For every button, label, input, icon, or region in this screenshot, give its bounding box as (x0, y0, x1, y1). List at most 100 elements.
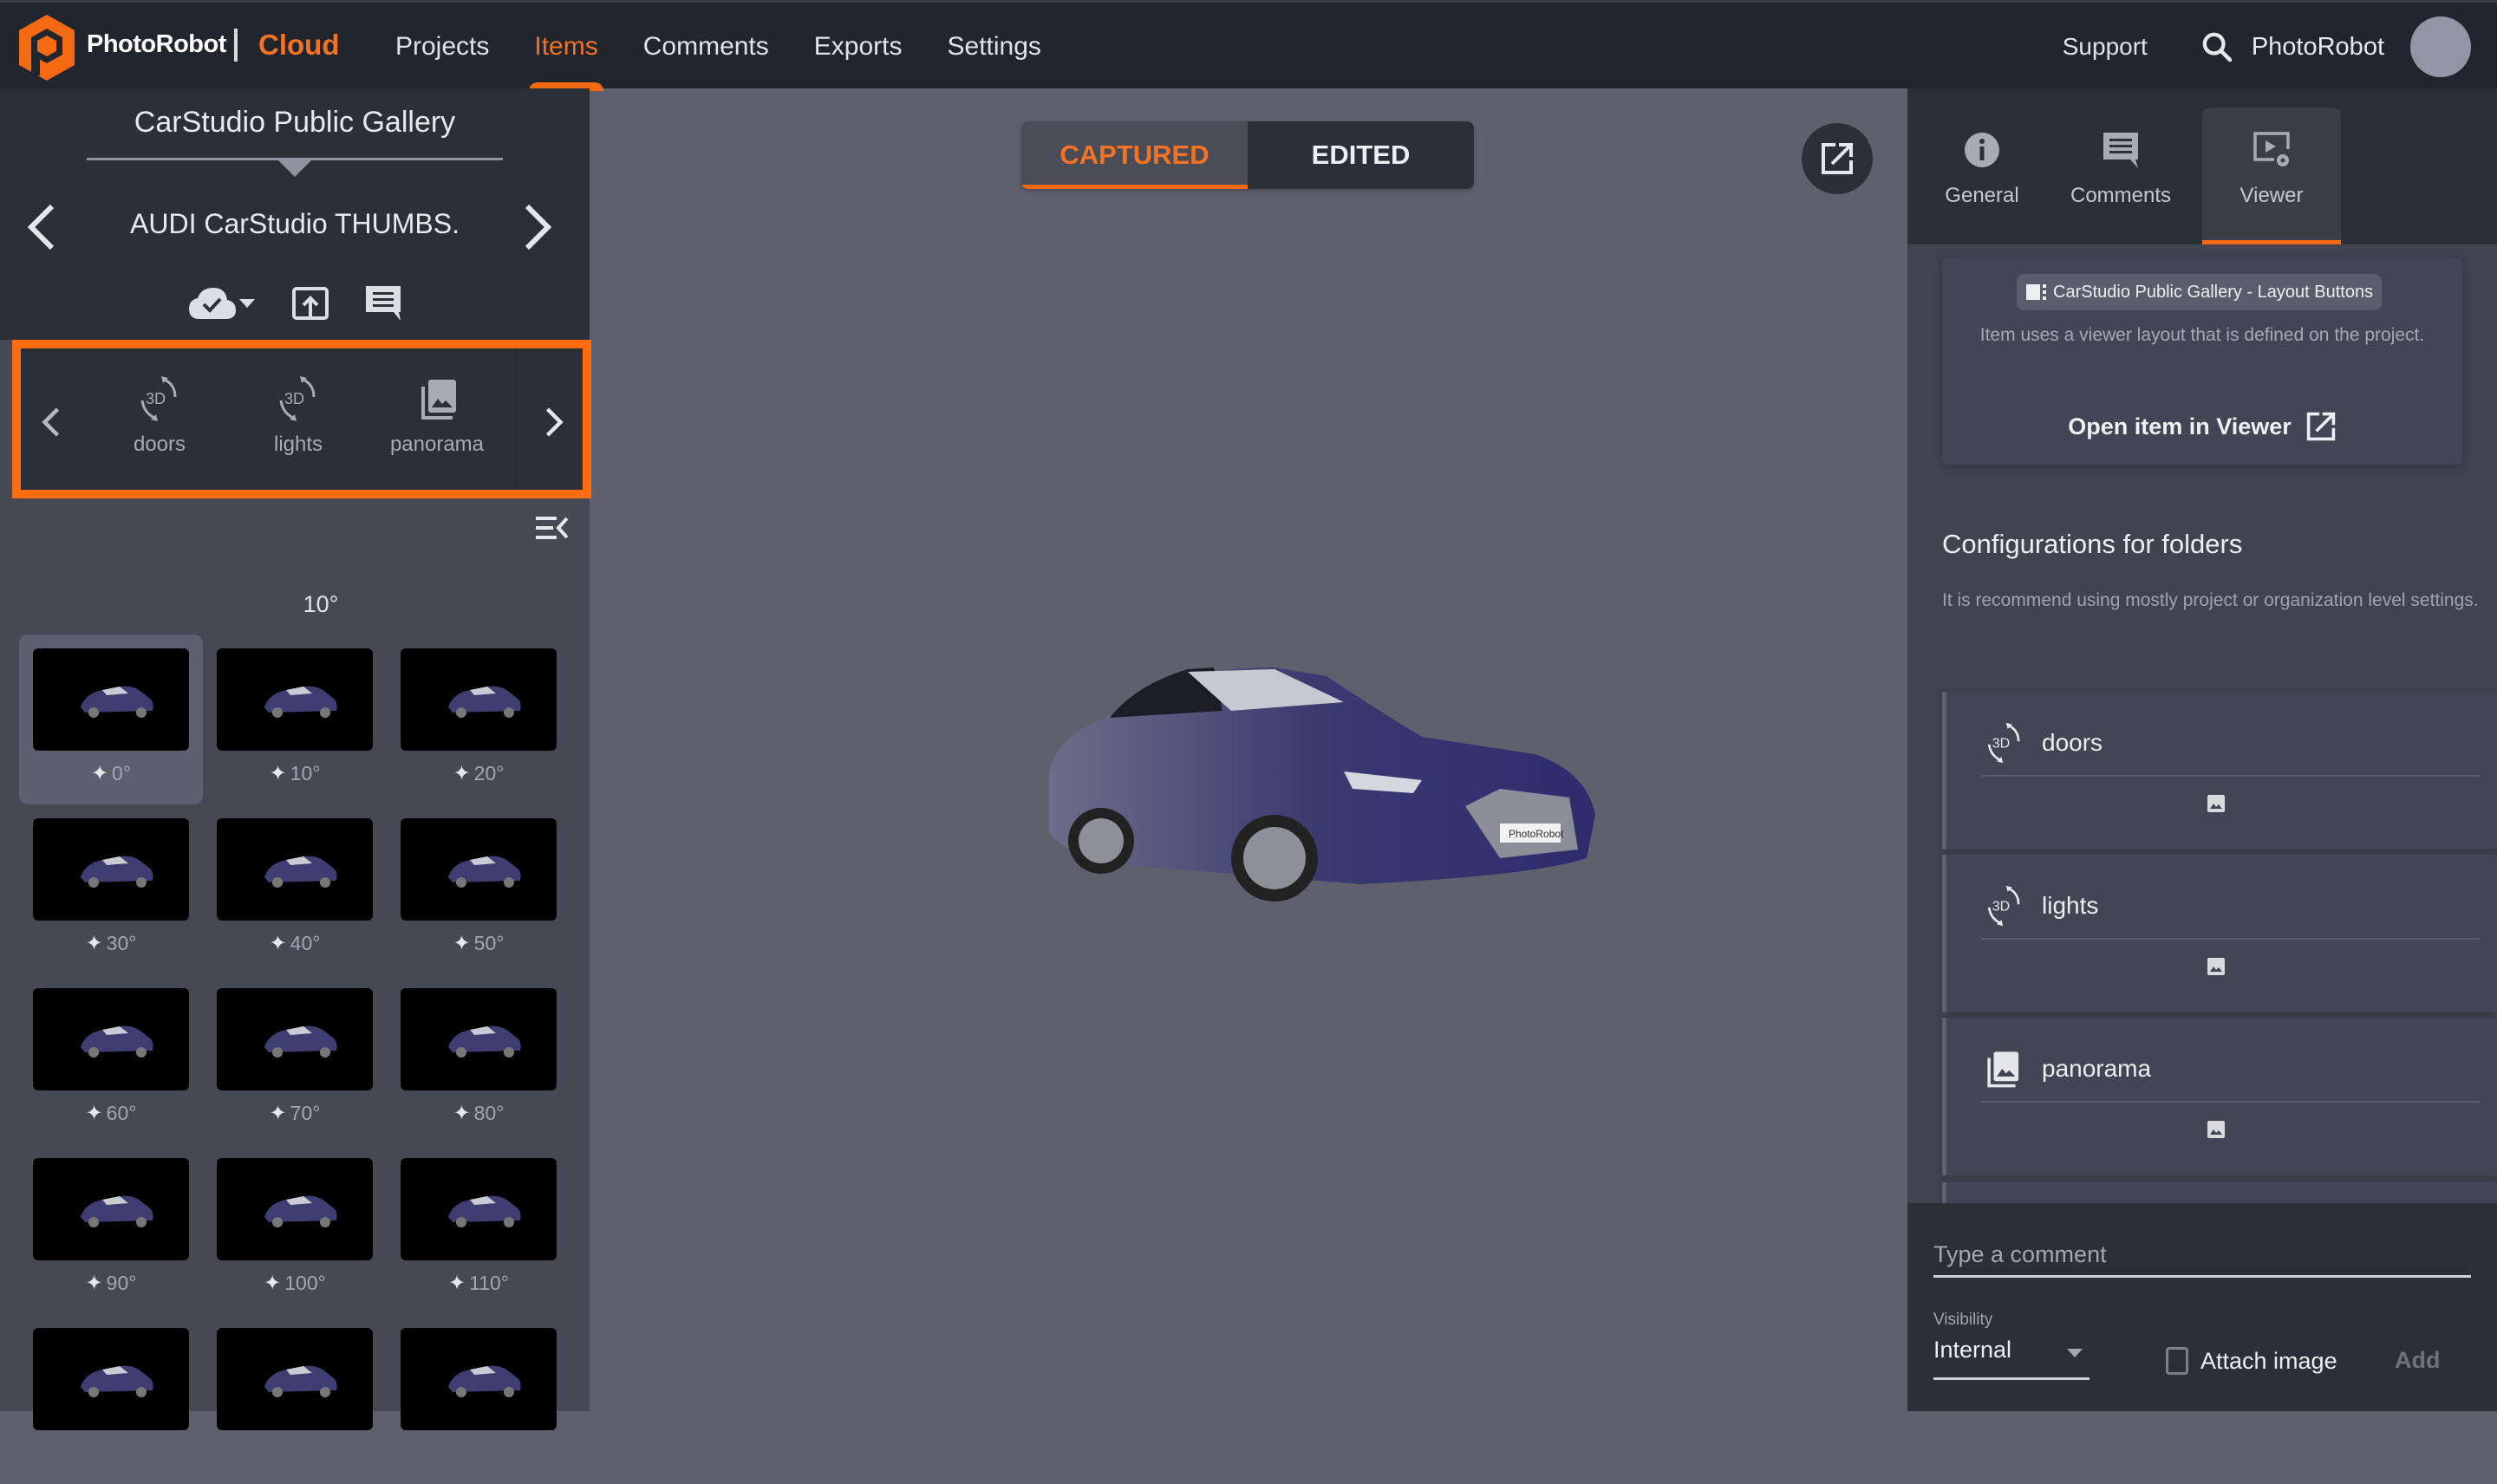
open-external-button[interactable] (1802, 123, 1873, 194)
thumbnail-angle: 30° (106, 932, 137, 954)
comment-icon (2103, 133, 2138, 168)
attach-image-label: Attach image (2200, 1347, 2337, 1374)
thumbnail-image (33, 988, 189, 1090)
thumbnail-item[interactable]: ✦ 20° (387, 635, 570, 804)
thumbnail-item[interactable]: ✦ 60° (19, 974, 203, 1144)
nav-comments[interactable]: Comments (621, 3, 792, 91)
tab-comments[interactable]: Comments (2051, 107, 2190, 244)
thumbnail-image (401, 988, 557, 1090)
thumbnail-caption: ✦ 40° (203, 931, 387, 956)
thumbnail-caption: ✦ 10° (203, 761, 387, 786)
folder-strip-prev-button[interactable] (38, 400, 64, 444)
divider (1981, 775, 2480, 777)
support-link[interactable]: Support (2063, 33, 2148, 61)
folder-tab-doors[interactable]: 3D doors (99, 374, 220, 457)
tab-general[interactable]: General (1913, 107, 2051, 244)
thumbnail-item[interactable]: ✦ 30° (19, 804, 203, 974)
thumbnail-image (401, 818, 557, 921)
checkbox-icon[interactable] (2166, 1347, 2188, 1375)
config-folder-doors: 3D doors (1942, 692, 2497, 849)
image-icon[interactable] (2207, 1120, 2226, 1139)
config-folder-label: lights (2042, 892, 2099, 919)
layout-chip[interactable]: CarStudio Public Gallery - Layout Button… (2017, 274, 2383, 310)
thumbnail-item[interactable]: ✦ 50° (387, 804, 570, 974)
nav-exports[interactable]: Exports (792, 3, 925, 91)
visibility-select[interactable]: Internal (1933, 1337, 2090, 1380)
folder-tab-lights[interactable]: 3D lights (238, 374, 359, 457)
config-folder-label: panorama (2042, 1055, 2152, 1082)
svg-text:3D: 3D (1992, 735, 2011, 751)
svg-text:3D: 3D (146, 390, 166, 407)
thumbnail-angle: 100° (284, 1272, 326, 1294)
next-item-button[interactable] (520, 201, 555, 253)
thumbnail-item[interactable]: ✦ 80° (387, 974, 570, 1144)
thumbnail-angle: 110° (469, 1272, 509, 1294)
add-comment-button[interactable]: Add (2395, 1347, 2440, 1374)
comment-icon[interactable] (364, 284, 402, 322)
thumbnail-image (217, 1328, 373, 1430)
thumbnail-caption: ✦ 80° (387, 1101, 570, 1126)
item-toolbar (0, 284, 590, 322)
thumbnail-item[interactable]: ✦ 70° (203, 974, 387, 1144)
layout-description: Item uses a viewer layout that is define… (1979, 325, 2425, 345)
visibility-label: Visibility (1933, 1311, 1993, 1329)
thumbnail-image (33, 1328, 189, 1430)
status-dropdown-button[interactable] (187, 284, 257, 322)
folder-tab-label: panorama (389, 433, 485, 456)
sparkle-icon: ✦ (453, 932, 471, 955)
thumbnail-item[interactable] (19, 1314, 203, 1484)
gallery-title[interactable]: CarStudio Public Gallery (0, 106, 590, 140)
thumbnail-item[interactable] (203, 1314, 387, 1484)
sparkle-icon: ✦ (264, 1272, 282, 1295)
sparkle-icon: ✦ (85, 932, 103, 955)
thumbnail-item[interactable]: ✦ 10° (203, 635, 387, 804)
config-folder-header[interactable]: 3D doors (1981, 721, 2103, 765)
thumbnail-image (33, 648, 189, 751)
thumbnail-item[interactable]: ✦ 0° (19, 635, 203, 804)
folder-tab-panorama[interactable]: panorama (376, 374, 498, 457)
photorobot-logo-icon[interactable] (16, 13, 78, 82)
attach-image-checkbox[interactable]: Attach image (2166, 1347, 2337, 1375)
3d-rotate-icon: 3D (140, 376, 177, 421)
thumbnail-item[interactable]: ✦ 110° (387, 1144, 570, 1314)
open-in-viewer-label: Open item in Viewer (2068, 413, 2292, 439)
main-nav: Projects Items Comments Exports Settings (373, 3, 1064, 91)
svg-text:3D: 3D (1992, 898, 2011, 914)
config-folder-header[interactable]: 3D lights (1981, 884, 2098, 928)
image-icon[interactable] (2207, 957, 2226, 976)
comment-input[interactable] (1933, 1234, 2471, 1278)
tab-label: General (1945, 184, 2019, 207)
thumbnail-caption: ✦ 110° (387, 1271, 570, 1296)
tab-captured[interactable]: CAPTURED (1021, 121, 1248, 189)
open-in-viewer-link[interactable]: Open item in Viewer (1942, 411, 2462, 442)
nav-projects[interactable]: Projects (373, 3, 512, 91)
folder-strip-next-button[interactable] (541, 400, 567, 444)
collapse-list-icon[interactable] (534, 513, 570, 543)
thumbnail-item[interactable] (387, 1314, 570, 1484)
config-description: It is recommend using mostly project or … (1942, 590, 2479, 610)
thumbnail-angle: 70° (290, 1102, 321, 1124)
image-icon[interactable] (2207, 794, 2226, 813)
avatar[interactable] (2410, 16, 2471, 77)
thumbnail-angle: 20° (473, 762, 505, 784)
search-icon[interactable] (2200, 29, 2234, 64)
thumbnail-item[interactable]: ✦ 90° (19, 1144, 203, 1314)
sparkle-icon: ✦ (448, 1272, 466, 1295)
nav-items[interactable]: Items (512, 3, 620, 91)
thumbnail-item[interactable]: ✦ 100° (203, 1144, 387, 1314)
layout-icon (2026, 284, 2046, 300)
brand-name: PhotoRobot (87, 30, 226, 58)
thumbnail-image (217, 988, 373, 1090)
thumbnail-item[interactable]: ✦ 40° (203, 804, 387, 974)
upload-icon[interactable] (291, 286, 329, 321)
tab-viewer[interactable]: Viewer (2202, 107, 2341, 244)
user-name[interactable]: PhotoRobot (2252, 33, 2384, 62)
gallery-dropdown-caret-icon[interactable] (277, 159, 312, 177)
tab-edited[interactable]: EDITED (1248, 121, 1474, 189)
car-image[interactable]: PhotoRobot (1014, 641, 1604, 919)
nav-settings[interactable]: Settings (925, 3, 1064, 91)
sparkle-icon: ✦ (453, 762, 471, 785)
config-folder-header[interactable]: panorama (1981, 1047, 2151, 1090)
thumbnail-angle: 0° (112, 762, 132, 784)
config-title: Configurations for folders (1942, 529, 2243, 559)
